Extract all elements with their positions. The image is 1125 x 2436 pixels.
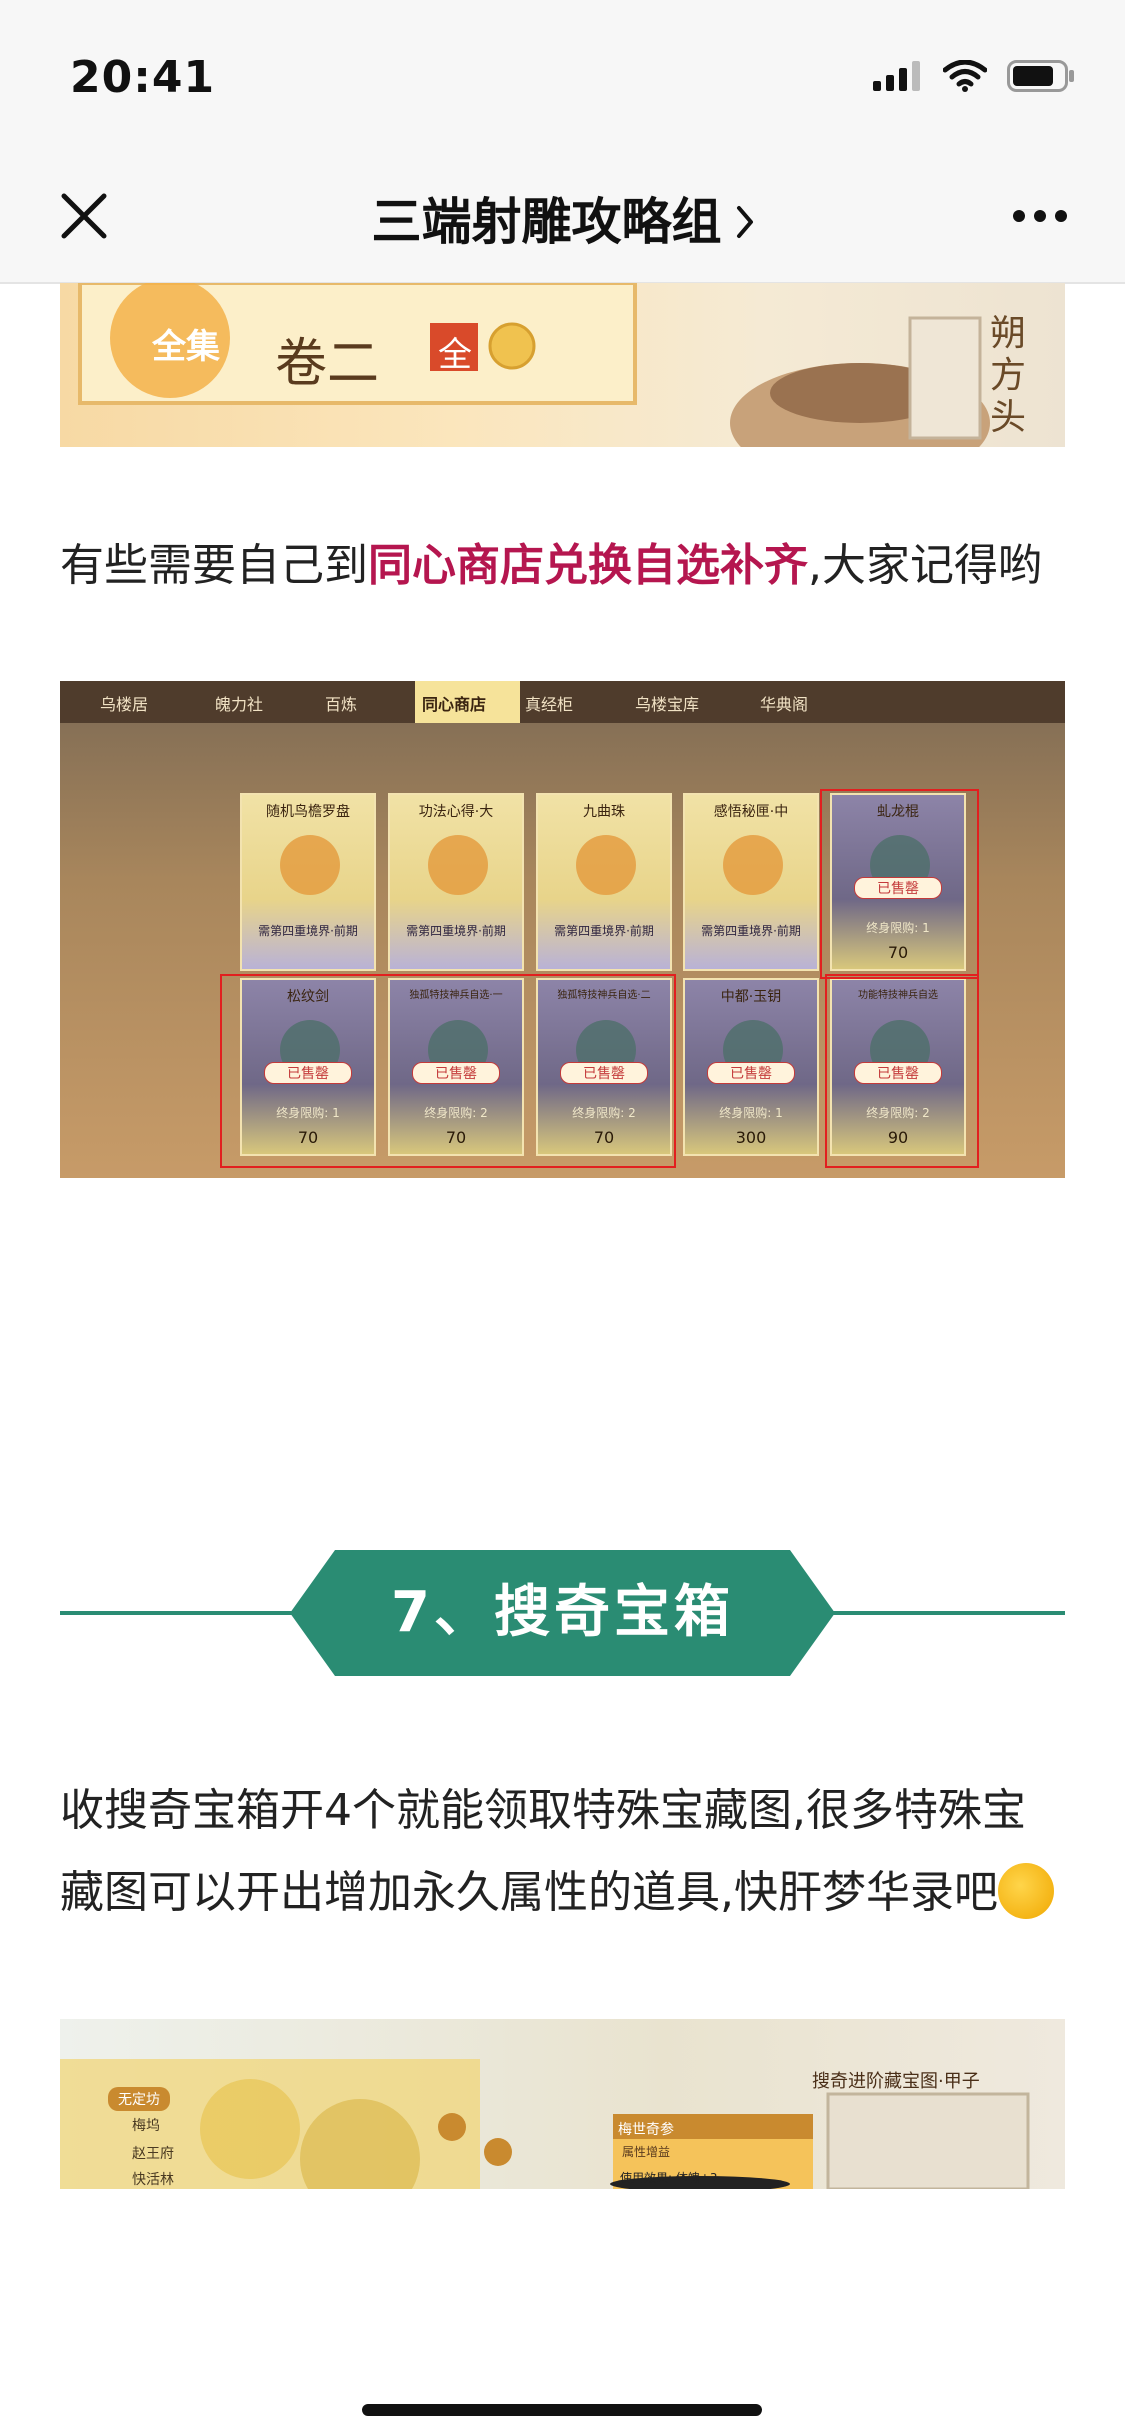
map-location-label[interactable]: 梅坞 bbox=[132, 2115, 160, 2135]
paragraph-chest-text: 收搜奇宝箱开4个就能领取特殊宝藏图,很多特殊宝藏图可以开出增加永久属性的道具,快… bbox=[60, 1785, 1026, 1918]
article-image-banner[interactable]: 全集 卷二 全 朔方头 bbox=[60, 283, 1065, 447]
article-image-shop[interactable]: 乌楼居 魄力社 百炼 同心商店 真经柜 乌楼宝库 华典阁 随机鸟檐罗盘 需第四重境界·前期 功法… bbox=[60, 681, 1065, 1178]
banner-badge-text: 全 bbox=[438, 335, 472, 375]
account-title-link[interactable]: 三端射雕攻略组 bbox=[0, 182, 1125, 254]
shop-item-name: 功法心得·大 bbox=[418, 804, 494, 820]
shop-tab[interactable]: 同心商店 bbox=[422, 691, 486, 715]
shop-item-art bbox=[280, 835, 340, 895]
status-icons bbox=[873, 60, 1075, 92]
purchase-limit: 终身限购: 1 bbox=[719, 1106, 783, 1120]
battery-icon bbox=[1007, 60, 1074, 92]
paragraph-shop: 有些需要自己到同心商店兑换自选补齐,大家记得哟 bbox=[60, 525, 1065, 607]
shop-item-name: 随机鸟檐罗盘 bbox=[266, 804, 350, 820]
shop-item-requirement: 需第四重境界·前期 bbox=[258, 924, 358, 938]
shop-tab[interactable]: 魄力社 bbox=[215, 691, 263, 715]
paragraph-chest: 收搜奇宝箱开4个就能领取特殊宝藏图,很多特殊宝藏图可以开出增加永久属性的道具,快… bbox=[60, 1770, 1065, 1934]
shop-item-requirement: 需第四重境界·前期 bbox=[406, 924, 506, 938]
shop-item-card[interactable]: 九曲珠需第四重境界·前期 bbox=[536, 793, 672, 971]
thinking-emoji-icon bbox=[998, 1863, 1054, 1919]
map-location-label[interactable]: 快活林 bbox=[132, 2169, 174, 2189]
shop-item-card[interactable]: 感悟秘匣·中 需第四重境界·前期 bbox=[683, 793, 819, 971]
shop-tab[interactable]: 乌楼居 bbox=[100, 691, 148, 715]
article-image-map[interactable]: 无定坊梅坞赵王府快活林 搜奇进阶藏宝图·甲子 梅世奇参 属性增益 使用效果: 体… bbox=[60, 2019, 1065, 2189]
selection-frame bbox=[220, 974, 676, 1168]
nav-bar: 三端射雕攻略组 bbox=[0, 150, 1125, 284]
banner-side-text: 朔方头 bbox=[990, 313, 1027, 438]
selection-frame bbox=[820, 789, 979, 979]
more-icon[interactable] bbox=[1011, 208, 1069, 224]
banner-logo-text: 全集 bbox=[152, 327, 220, 367]
map-popup-effect: 使用效果: 体魄+3 bbox=[620, 2171, 718, 2185]
shop-item-art bbox=[576, 835, 636, 895]
chevron-right-icon bbox=[736, 206, 753, 238]
shop-item-requirement: 需第四重境界·前期 bbox=[554, 924, 654, 938]
shop-item-name: 感悟秘匣·中 bbox=[713, 804, 789, 820]
home-indicator bbox=[362, 2404, 762, 2416]
banner-volume-text: 卷二 bbox=[275, 334, 380, 394]
shop-item-name: 中都·玉钥 bbox=[720, 989, 782, 1005]
shop-item-requirement: 需第四重境界·前期 bbox=[701, 924, 801, 938]
wifi-icon bbox=[943, 60, 987, 92]
shop-item-card[interactable]: 中都·玉钥已售罄终身限购: 1 300 bbox=[683, 978, 819, 1156]
shop-item-name: 九曲珠 bbox=[583, 804, 625, 820]
status-time: 20:41 bbox=[70, 52, 216, 103]
map-location-label[interactable]: 赵王府 bbox=[132, 2143, 174, 2163]
shop-item-card[interactable]: 功法心得·大 需第四重境界·前期 bbox=[388, 793, 524, 971]
shop-tab[interactable]: 真经柜 bbox=[525, 691, 573, 715]
shop-tab[interactable]: 华典阁 bbox=[760, 691, 808, 715]
map-card-title: 搜奇进阶藏宝图·甲子 bbox=[812, 2071, 980, 2092]
shop-tab[interactable]: 百炼 bbox=[325, 691, 357, 715]
map-popup-sub: 属性增益 bbox=[622, 2145, 671, 2159]
shop-item-price: 300 bbox=[735, 1128, 767, 1147]
map-popup-title: 梅世奇参 bbox=[618, 2122, 674, 2138]
signal-icon bbox=[873, 61, 920, 91]
paragraph-shop-highlight: 同心商店兑换自选补齐 bbox=[368, 540, 808, 591]
shop-item-art bbox=[428, 835, 488, 895]
selection-frame bbox=[825, 974, 979, 1168]
map-location-label[interactable]: 无定坊 bbox=[108, 2087, 170, 2111]
shop-tab[interactable]: 乌楼宝库 bbox=[635, 691, 699, 715]
section-title: 7、搜奇宝箱 bbox=[391, 1580, 734, 1645]
paragraph-shop-text: 有些需要自己到 bbox=[60, 540, 368, 591]
shop-item-art bbox=[723, 835, 783, 895]
account-title: 三端射雕攻略组 bbox=[371, 193, 722, 251]
article-content: 全集 卷二 全 朔方头 有些需要自己到同心商店兑换自选补齐,大家记得哟 乌楼居 魄… bbox=[60, 283, 1065, 2189]
status-bar: 20:41 bbox=[0, 0, 1125, 150]
shop-item-card[interactable]: 随机鸟檐罗盘 需第四重境界·前期 bbox=[240, 793, 376, 971]
paragraph-shop-text-end: ,大家记得哟 bbox=[808, 540, 1042, 591]
section-heading: 7、搜奇宝箱 bbox=[60, 1550, 1065, 1676]
sold-out-badge: 已售罄 bbox=[707, 1062, 795, 1084]
